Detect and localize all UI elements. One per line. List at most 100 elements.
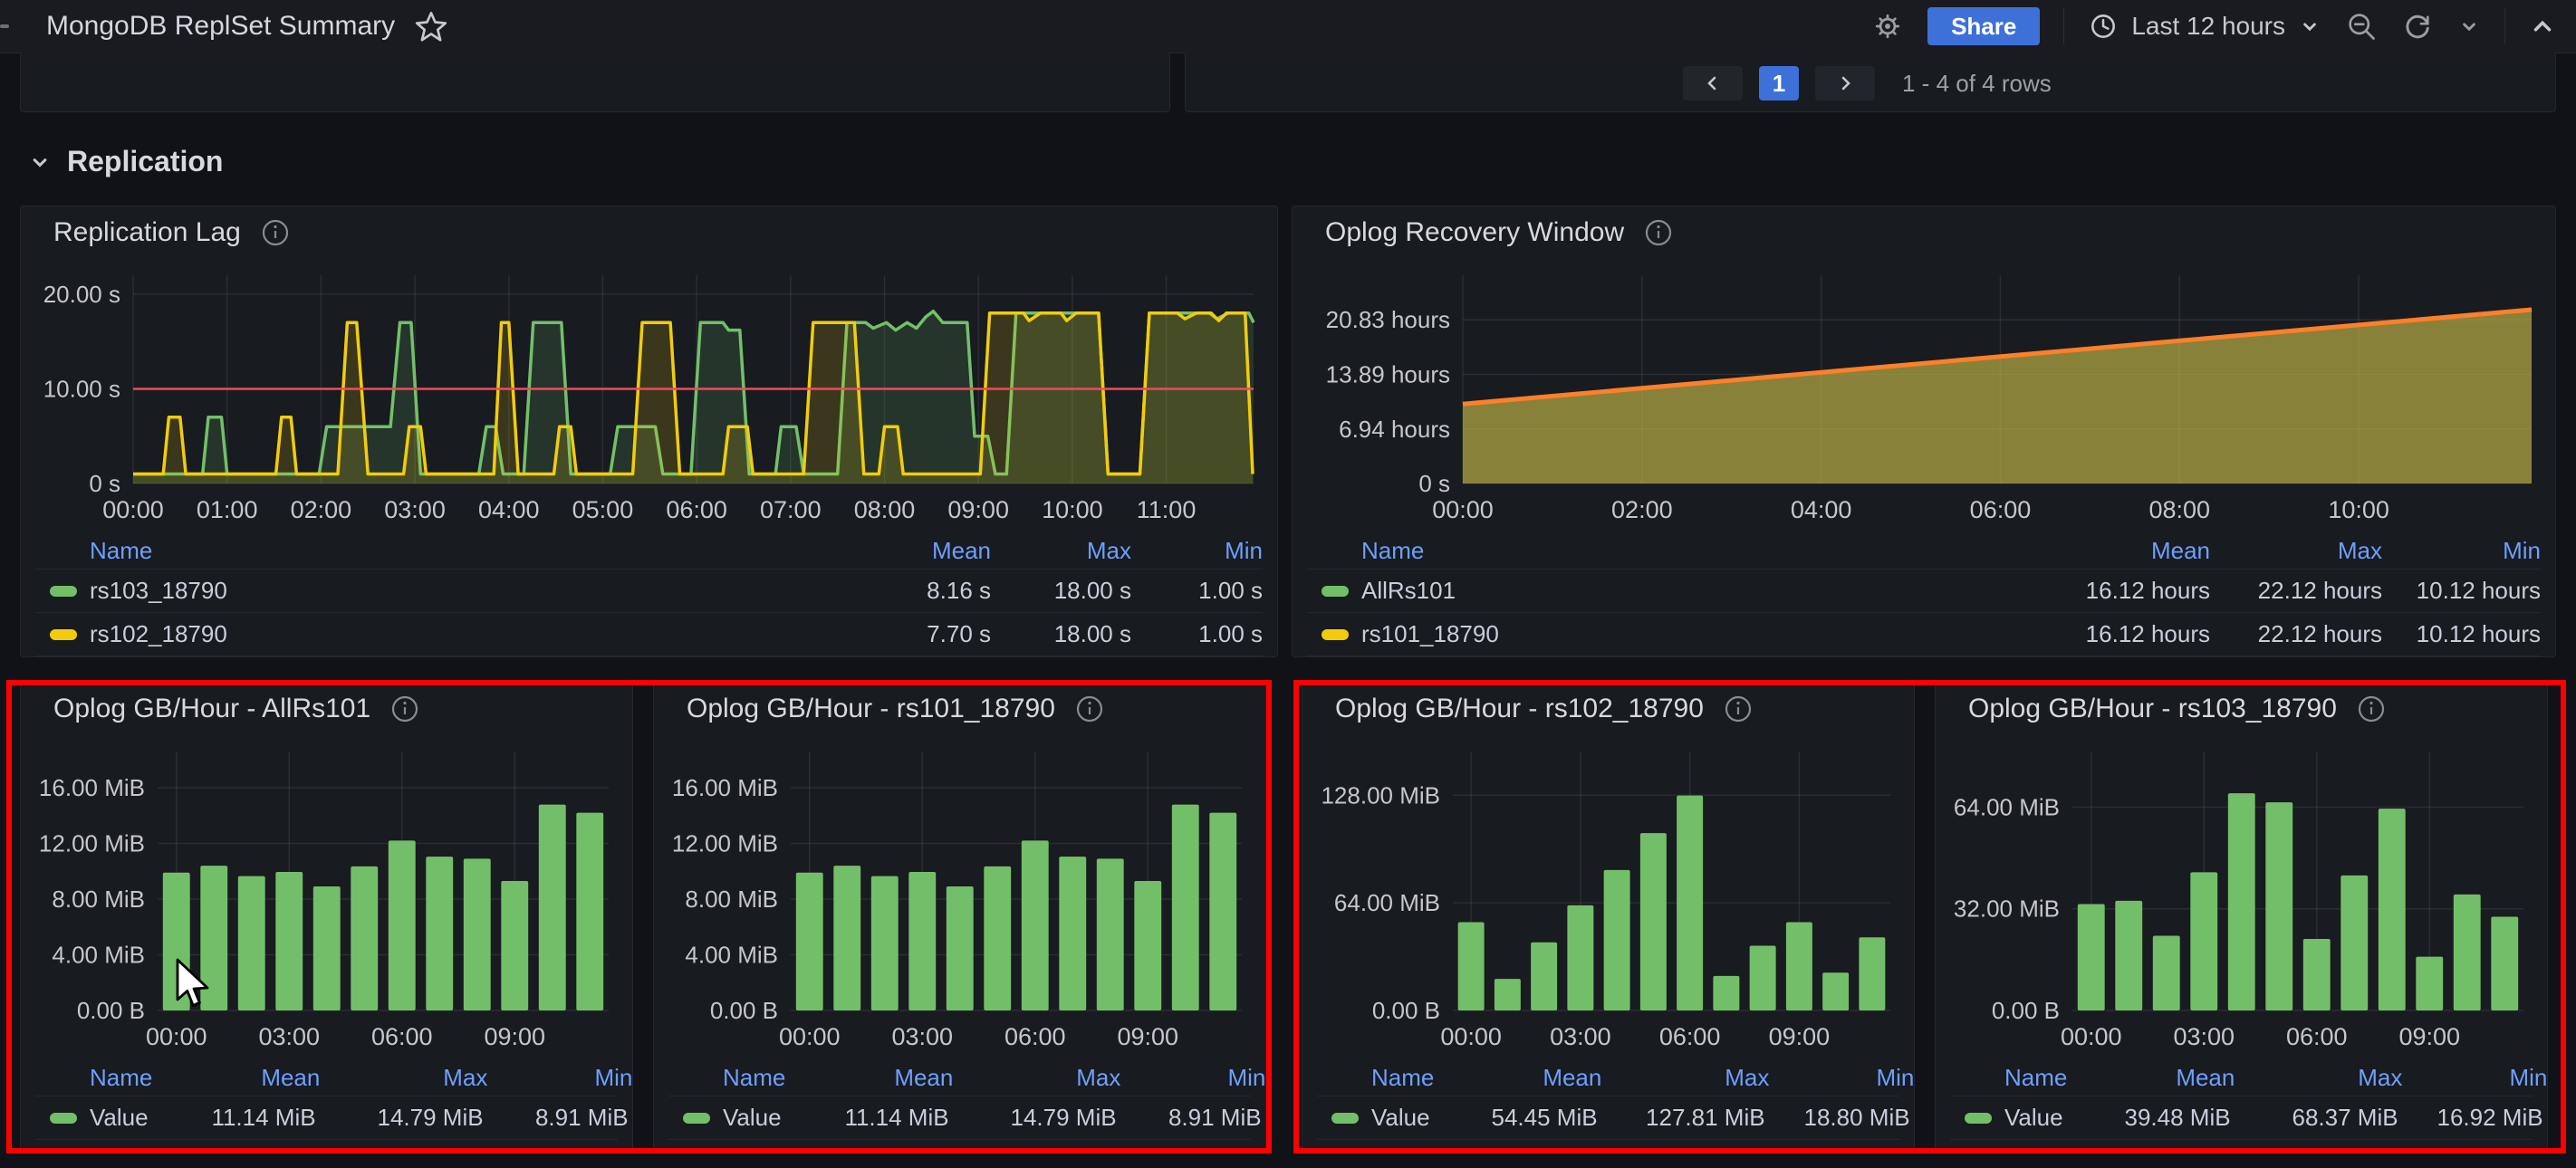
chevron-right-icon bbox=[1841, 76, 1850, 91]
page-number-button[interactable]: 1 bbox=[1759, 66, 1799, 101]
section-row-replication[interactable]: Replication bbox=[27, 145, 223, 178]
svg-text:10:00: 10:00 bbox=[2328, 496, 2389, 523]
legend-mean-value: 8.16 s bbox=[927, 577, 991, 604]
legend-header-max[interactable]: Max bbox=[1601, 1064, 1769, 1092]
legend-mean-value: 11.14 MiB bbox=[844, 1104, 949, 1131]
legend-series-name[interactable]: rs103_18790 bbox=[90, 577, 837, 605]
legend-min-value: 1.00 s bbox=[1198, 620, 1263, 647]
legend-header-min[interactable]: Min bbox=[2382, 537, 2541, 565]
series-color-swatch bbox=[50, 1112, 77, 1124]
svg-text:00:00: 00:00 bbox=[779, 1023, 841, 1050]
time-range-picker[interactable]: Last 12 hours bbox=[2088, 11, 2321, 42]
svg-text:03:00: 03:00 bbox=[1550, 1023, 1611, 1050]
svg-text:0 s: 0 s bbox=[89, 470, 120, 497]
legend-header-max[interactable]: Max bbox=[991, 537, 1131, 565]
oplog-rs101-chart[interactable]: 0.00 B 4.00 MiB 8.00 MiB 12.00 MiB 16.00 MiB… bbox=[668, 735, 1253, 1052]
legend-min-value: 10.12 hours bbox=[2416, 577, 2541, 604]
panel-title[interactable]: Oplog GB/Hour - AllRs101 bbox=[53, 694, 370, 724]
svg-text:32.00 MiB: 32.00 MiB bbox=[1954, 895, 2060, 923]
oplog-rs102-chart[interactable]: 0.00 B 64.00 MiB 128.00 MiB 00:00 03:00 06:00… bbox=[1317, 735, 1901, 1052]
svg-text:09:00: 09:00 bbox=[1117, 1023, 1178, 1050]
legend-header-min[interactable]: Min bbox=[1769, 1064, 1914, 1092]
legend-header-max[interactable]: Max bbox=[320, 1064, 487, 1092]
info-icon[interactable] bbox=[1075, 694, 1104, 723]
svg-text:03:00: 03:00 bbox=[891, 1023, 953, 1050]
oplog-recovery-chart[interactable]: 0 s 6.94 hours 13.89 hours 20.83 hours 00:00… bbox=[1307, 259, 2542, 525]
legend-header-mean[interactable]: Mean bbox=[837, 537, 991, 565]
legend-header-max[interactable]: Max bbox=[2210, 537, 2382, 565]
replication-lag-chart[interactable]: 0 s 10.00 s 20.00 s 00:00 01:00 02:00 03:00 04:… bbox=[35, 259, 1264, 525]
legend-header-mean[interactable]: Mean bbox=[785, 1064, 953, 1092]
oplog-allrs101-chart[interactable]: 0.00 B 4.00 MiB 8.00 MiB 12.00 MiB 16.00 MiB… bbox=[35, 735, 620, 1052]
legend-table: Name Mean Max Min Value 54.45 MiB 127.81… bbox=[1317, 1059, 1914, 1140]
legend-series-name[interactable]: rs102_18790 bbox=[90, 620, 837, 648]
refresh-icon[interactable] bbox=[2401, 10, 2434, 43]
legend-header-name[interactable]: Name bbox=[668, 1064, 785, 1092]
info-icon[interactable] bbox=[1644, 218, 1673, 247]
svg-text:12.00 MiB: 12.00 MiB bbox=[672, 829, 778, 857]
svg-text:00:00: 00:00 bbox=[1432, 496, 1494, 523]
legend-header-mean[interactable]: Mean bbox=[2033, 537, 2210, 565]
oplog-rs103-chart[interactable]: 0.00 B 32.00 MiB 64.00 MiB 00:00 03:00 06:00 0… bbox=[1950, 735, 2534, 1052]
legend-header-max[interactable]: Max bbox=[2235, 1064, 2402, 1092]
page-prev-button[interactable] bbox=[1683, 66, 1743, 101]
svg-text:20.83 hours: 20.83 hours bbox=[1326, 306, 1450, 333]
panel-oplog-gbhour-rs103: Oplog GB/Hour - rs103_18790 0.00 B 32.00 … bbox=[1935, 682, 2548, 1152]
legend-min-value: 8.91 MiB bbox=[534, 1104, 629, 1131]
svg-text:09:00: 09:00 bbox=[2398, 1023, 2460, 1050]
panel-oplog-gbhour-rs102: Oplog GB/Hour - rs102_18790 0.00 B 64.00 … bbox=[1302, 682, 1915, 1152]
legend-header-mean[interactable]: Mean bbox=[2067, 1064, 2235, 1092]
legend-series-name[interactable]: Value bbox=[1371, 1104, 1430, 1132]
info-icon[interactable] bbox=[2357, 694, 2386, 723]
legend-header-name[interactable]: Name bbox=[1950, 1064, 2067, 1092]
zoom-out-icon[interactable] bbox=[2345, 10, 2378, 43]
legend-header-min[interactable]: Min bbox=[487, 1064, 632, 1092]
panel-title[interactable]: Oplog GB/Hour - rs101_18790 bbox=[687, 694, 1055, 724]
chevron-down-icon[interactable] bbox=[2457, 14, 2481, 38]
legend-header-min[interactable]: Min bbox=[1120, 1064, 1265, 1092]
series-color-swatch bbox=[1331, 1112, 1359, 1124]
svg-text:00:00: 00:00 bbox=[146, 1023, 207, 1050]
legend-table: Name Mean Max Min AllRs101 16.12 hours 2… bbox=[1307, 532, 2541, 656]
panel-title[interactable]: Oplog GB/Hour - rs103_18790 bbox=[1968, 694, 2337, 724]
legend-series-name[interactable]: Value bbox=[2004, 1104, 2063, 1132]
svg-text:01:00: 01:00 bbox=[197, 496, 258, 523]
panel-replication-lag: Replication Lag 0 s 10.00 s 20.00 s 00:00 01… bbox=[20, 206, 1278, 657]
panel-title[interactable]: Oplog Recovery Window bbox=[1325, 217, 1624, 248]
legend-row: rs101_18790 16.12 hours 22.12 hours 10.1… bbox=[1307, 612, 2541, 656]
info-icon[interactable] bbox=[1724, 694, 1753, 723]
legend-header-name[interactable]: Name bbox=[35, 537, 837, 565]
legend-header-name[interactable]: Name bbox=[35, 1064, 152, 1092]
info-icon[interactable] bbox=[390, 694, 419, 723]
svg-text:05:00: 05:00 bbox=[572, 496, 634, 523]
nav-edge-icon bbox=[0, 24, 9, 28]
panel-title[interactable]: Replication Lag bbox=[53, 217, 241, 248]
legend-row: Value 54.45 MiB 127.81 MiB 18.80 MiB bbox=[1317, 1096, 1910, 1140]
svg-text:00:00: 00:00 bbox=[2061, 1023, 2122, 1050]
legend-header-name[interactable]: Name bbox=[1317, 1064, 1434, 1092]
legend-header-mean[interactable]: Mean bbox=[152, 1064, 320, 1092]
caret-up-icon[interactable] bbox=[2529, 13, 2556, 40]
cutoff-panel-left bbox=[20, 53, 1170, 112]
legend-header-row: Name Mean Max Min bbox=[35, 1059, 632, 1096]
panel-title[interactable]: Oplog GB/Hour - rs102_18790 bbox=[1335, 694, 1704, 724]
share-button[interactable]: Share bbox=[1927, 7, 2041, 45]
star-icon[interactable] bbox=[415, 10, 447, 43]
series-color-swatch bbox=[50, 628, 77, 640]
legend-header-mean[interactable]: Mean bbox=[1434, 1064, 1601, 1092]
legend-header-max[interactable]: Max bbox=[953, 1064, 1120, 1092]
gear-icon[interactable] bbox=[1871, 10, 1904, 43]
legend-series-name[interactable]: Value bbox=[723, 1104, 782, 1132]
svg-text:02:00: 02:00 bbox=[291, 496, 352, 523]
legend-series-name[interactable]: rs101_18790 bbox=[1361, 620, 2033, 648]
legend-series-name[interactable]: Value bbox=[90, 1104, 149, 1132]
legend-header-min[interactable]: Min bbox=[1131, 537, 1263, 565]
legend-series-name[interactable]: AllRs101 bbox=[1361, 577, 2033, 605]
info-icon[interactable] bbox=[261, 218, 290, 247]
legend-header-name[interactable]: Name bbox=[1307, 537, 2033, 565]
page-next-button[interactable] bbox=[1815, 66, 1875, 101]
svg-text:00:00: 00:00 bbox=[102, 496, 164, 523]
svg-text:06:00: 06:00 bbox=[2286, 1023, 2348, 1050]
legend-min-value: 18.80 MiB bbox=[1803, 1104, 1910, 1131]
legend-header-min[interactable]: Min bbox=[2402, 1064, 2547, 1092]
